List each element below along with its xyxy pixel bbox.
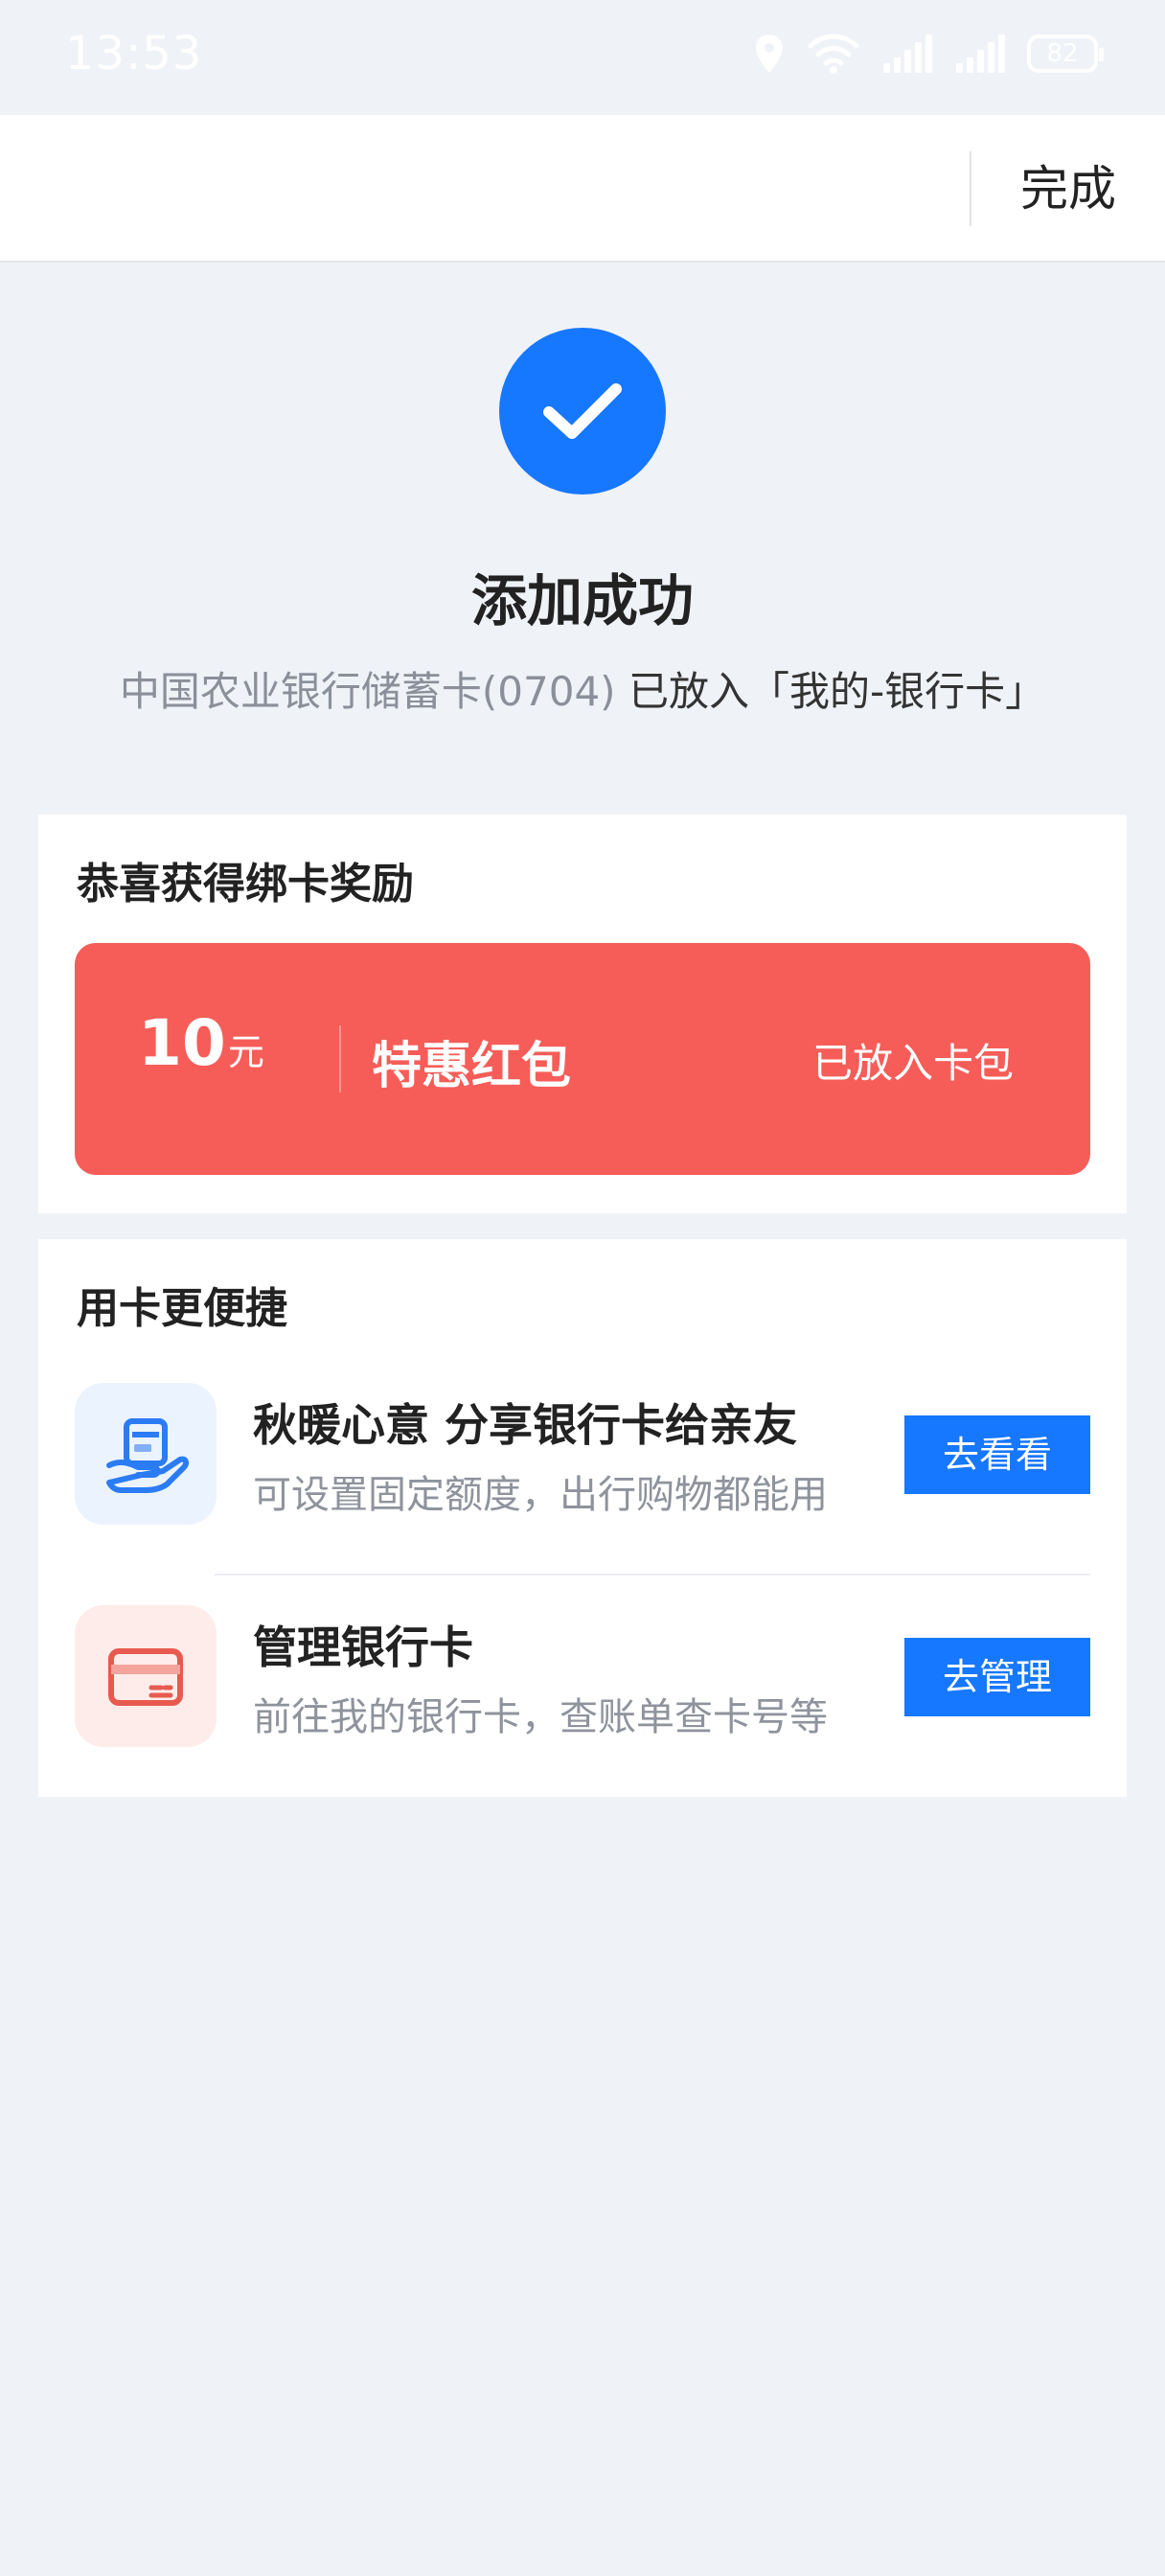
battery-level: 82 (1046, 39, 1079, 68)
list-item[interactable]: 秋暖心意 分享银行卡给亲友 可设置固定额度，出行购物都能用 去看看 (38, 1383, 1127, 1546)
success-suffix: 已放入「我的-银行卡」 (628, 668, 1046, 715)
coupon-name: 特惠红包 (372, 1038, 572, 1095)
status-time: 13:53 (65, 27, 203, 80)
success-title: 添加成功 (470, 568, 694, 633)
status-icons: 82 (753, 33, 1104, 75)
checkmark-icon (499, 328, 666, 494)
coupon-amount-unit: 元 (227, 1031, 264, 1073)
wifi-icon (807, 33, 860, 75)
coupon-status: 已放入卡包 (811, 1040, 1014, 1087)
done-button[interactable]: 完成 (996, 151, 1140, 226)
card-name: 中国农业银行储蓄卡(0704) (119, 668, 616, 715)
convenience-card: 用卡更便捷 秋暖心意 分享银行卡给亲友 可设置固定额度，出行购物都能用 去看看 (38, 1239, 1127, 1797)
divider (215, 1574, 1090, 1576)
feature-title: 管理银行卡 (253, 1622, 473, 1673)
bank-card-icon (75, 1605, 217, 1747)
card-share-hand-icon (75, 1383, 217, 1525)
signal-icon (954, 34, 1006, 73)
coupon-amount-number: 10 (138, 1006, 226, 1080)
reward-card: 恭喜获得绑卡奖励 10 元 特惠红包 已放入卡包 (38, 815, 1127, 1213)
status-bar: 13:53 82 (0, 0, 1165, 115)
list-item[interactable]: 管理银行卡 前往我的银行卡，查账单查卡号等 去管理 (38, 1605, 1127, 1768)
convenience-title: 用卡更便捷 (77, 1284, 287, 1333)
reward-title: 恭喜获得绑卡奖励 (77, 860, 414, 908)
signal-icon (881, 34, 933, 73)
coupon[interactable]: 10 元 特惠红包 已放入卡包 (75, 943, 1090, 1175)
battery-icon: 82 (1027, 34, 1104, 73)
feature-description: 前往我的银行卡，查账单查卡号等 (253, 1695, 828, 1739)
success-description: 中国农业银行储蓄卡(0704) 已放入「我的-银行卡」 (0, 659, 1165, 718)
manage-button[interactable]: 去管理 (904, 1638, 1090, 1716)
nav-divider (970, 151, 971, 226)
feature-description: 可设置固定额度，出行购物都能用 (253, 1473, 828, 1517)
view-button[interactable]: 去看看 (904, 1415, 1090, 1494)
coupon-divider (339, 1025, 341, 1092)
location-icon (753, 33, 786, 75)
nav-bar: 完成 (0, 115, 1165, 263)
feature-title: 秋暖心意 分享银行卡给亲友 (253, 1399, 798, 1451)
coupon-amount: 10 元 (138, 1006, 264, 1080)
